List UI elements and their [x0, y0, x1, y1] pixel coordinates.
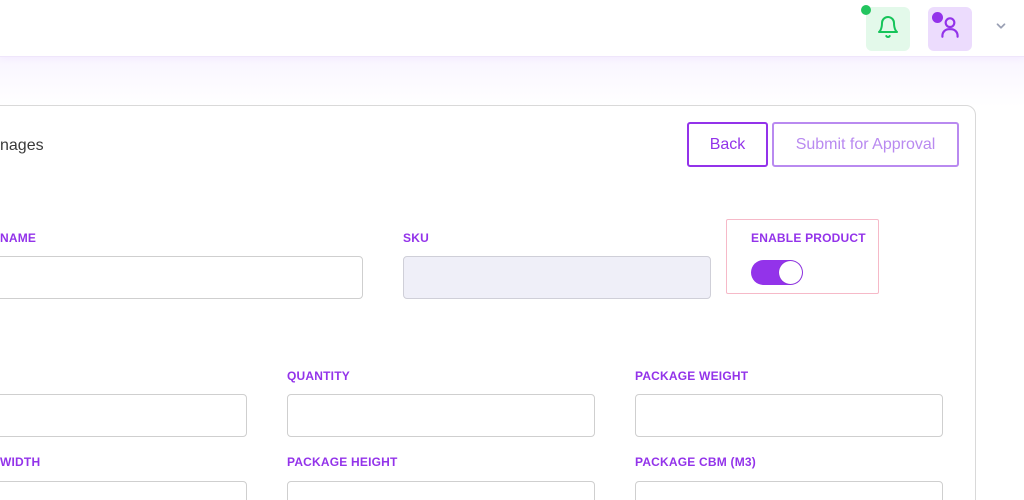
page-background-band	[0, 57, 1024, 107]
notification-status-dot	[861, 5, 871, 15]
user-status-dot	[932, 12, 943, 23]
back-button[interactable]: Back	[687, 122, 768, 167]
package-cbm-input[interactable]	[635, 481, 943, 500]
package-width-input[interactable]	[0, 481, 247, 500]
enable-product-label: ENABLE PRODUCT	[751, 231, 866, 245]
sku-input[interactable]	[403, 256, 711, 299]
account-dropdown-toggle[interactable]	[990, 18, 1012, 38]
sku-label: SKU	[403, 231, 429, 245]
toggle-knob	[779, 261, 802, 284]
name-input[interactable]	[0, 256, 363, 299]
package-weight-input[interactable]	[635, 394, 943, 437]
width-label: WIDTH	[0, 455, 41, 469]
price-input[interactable]	[0, 394, 247, 437]
quantity-label: QUANTITY	[287, 369, 350, 383]
card-title: nages	[0, 137, 44, 154]
bell-icon	[876, 15, 900, 44]
package-weight-label: PACKAGE WEIGHT	[635, 369, 749, 383]
submit-for-approval-button[interactable]: Submit for Approval	[772, 122, 959, 167]
enable-product-toggle[interactable]	[751, 260, 803, 285]
quantity-input[interactable]	[287, 394, 595, 437]
name-label: NAME	[0, 231, 37, 245]
chevron-down-icon	[994, 19, 1008, 38]
package-height-input[interactable]	[287, 481, 595, 500]
notifications-button[interactable]	[866, 7, 910, 51]
package-height-label: PACKAGE HEIGHT	[287, 455, 398, 469]
package-cbm-label: PACKAGE CBM (M3)	[635, 455, 756, 469]
